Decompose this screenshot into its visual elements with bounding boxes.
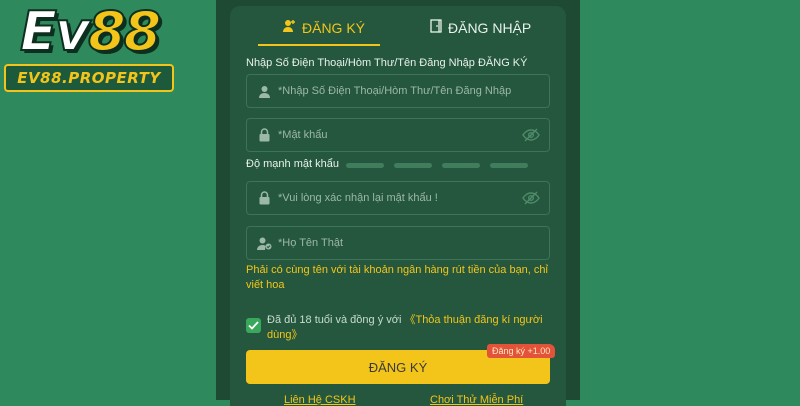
strength-bar <box>394 163 432 168</box>
username-label: Nhập Số Điện Thoại/Hòm Thư/Tên Đăng Nhập… <box>246 57 528 69</box>
logo-prefix: Ev <box>19 0 91 63</box>
strength-bar <box>346 163 384 168</box>
password-input[interactable] <box>278 129 549 141</box>
realname-hint: Phải có cùng tên với tài khoản ngân hàng… <box>246 264 548 291</box>
lock-icon <box>256 127 272 143</box>
tab-register-label: ĐĂNG KÝ <box>302 20 366 36</box>
auth-tabs: ĐĂNG KÝ ĐĂNG NHẬP <box>230 6 566 48</box>
username-field[interactable] <box>246 74 550 108</box>
realname-input[interactable] <box>278 237 549 249</box>
strength-bar <box>490 163 528 168</box>
logo-number: 88 <box>87 0 162 63</box>
logo-wordmark: Ev88 <box>19 0 162 63</box>
free-trial-link[interactable]: Chơi Thử Miễn Phí <box>430 394 523 406</box>
agree-checkbox[interactable] <box>246 318 261 333</box>
active-tab-underline <box>258 44 380 46</box>
checkmark-icon <box>248 321 259 330</box>
agreement-text: Đã đủ 18 tuổi và đồng ý với 《Thỏa thuận … <box>267 313 556 343</box>
agreement-prefix: Đã đủ 18 tuổi và đồng ý với <box>267 314 402 326</box>
strength-label: Độ mạnh mật khẩu <box>246 158 339 170</box>
user-add-icon <box>282 16 296 40</box>
realname-field[interactable] <box>246 226 550 260</box>
tab-register[interactable]: ĐĂNG KÝ <box>282 16 365 40</box>
user-icon <box>256 83 272 99</box>
lock-icon <box>256 190 272 206</box>
password-strength-meter <box>346 163 528 168</box>
confirm-password-input[interactable] <box>278 192 549 204</box>
bonus-badge: Đăng ký +1.00 <box>487 344 556 358</box>
eye-hidden-icon[interactable] <box>522 127 540 143</box>
tab-login-label: ĐĂNG NHẬP <box>448 20 532 36</box>
register-panel: ĐĂNG KÝ ĐĂNG NHẬP Nhập Số Điện Thoại/Hòm… <box>230 6 566 406</box>
customer-support-link[interactable]: Liên Hệ CSKH <box>284 394 356 406</box>
user-verified-icon <box>256 235 272 251</box>
username-input[interactable] <box>278 85 549 97</box>
confirm-password-field[interactable] <box>246 181 550 215</box>
eye-hidden-icon[interactable] <box>522 190 540 206</box>
agreement-row: Đã đủ 18 tuổi và đồng ý với 《Thỏa thuận … <box>246 313 556 343</box>
brand-logo: Ev88 EV88.PROPERTY <box>2 0 174 92</box>
tab-login[interactable]: ĐĂNG NHẬP <box>430 16 531 40</box>
strength-bar <box>442 163 480 168</box>
logo-domain: EV88.PROPERTY <box>4 64 174 92</box>
password-field[interactable] <box>246 118 550 152</box>
login-door-icon <box>430 16 442 40</box>
